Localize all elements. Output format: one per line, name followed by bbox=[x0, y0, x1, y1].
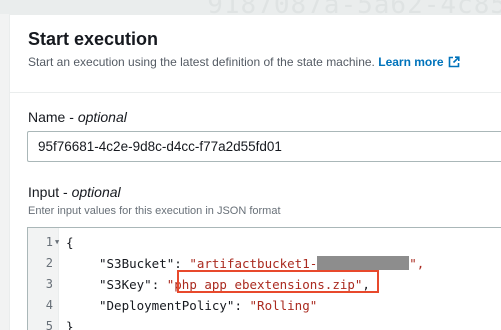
input-hint: Enter input values for this execution in… bbox=[28, 205, 281, 217]
panel-header: Start execution Start an execution using… bbox=[10, 15, 501, 93]
input-optional: optional bbox=[71, 184, 121, 200]
line-number: 4 bbox=[45, 298, 53, 312]
background-strip: 9187087a-5a62-4c85 bbox=[0, 0, 501, 14]
name-input[interactable]: 95f76681-4c2e-9d8c-d4cc-f77a2d55fd01 bbox=[27, 131, 501, 162]
line-number: 3 bbox=[45, 277, 53, 291]
editor-line: 2 "S3Bucket": "artifactbucket1- ", bbox=[28, 253, 501, 274]
editor-line: 5 } bbox=[28, 316, 501, 330]
name-label: Name - optional bbox=[28, 109, 127, 125]
description-text: Start an execution using the latest defi… bbox=[28, 55, 375, 69]
learn-more-label: Learn more bbox=[378, 55, 444, 69]
code-brace-open: { bbox=[66, 235, 74, 250]
redacted-block bbox=[317, 256, 410, 270]
line-number: 2 bbox=[45, 256, 53, 270]
line-number: 5 bbox=[45, 319, 53, 330]
code-brace-close: } bbox=[66, 319, 74, 330]
code-text: "S3Key": "php_app_ebextensions.zip", bbox=[99, 277, 370, 292]
editor-line: 3 "S3Key": "php_app_ebextensions.zip", bbox=[28, 274, 501, 295]
json-key: "S3Key" bbox=[99, 277, 152, 292]
json-key: "S3Bucket" bbox=[99, 256, 175, 271]
name-label-text: Name bbox=[28, 109, 66, 125]
code-text: "DeploymentPolicy": "Rolling" bbox=[99, 298, 318, 313]
json-suffix: ", bbox=[409, 256, 425, 271]
page-title: Start execution bbox=[28, 29, 159, 49]
editor-line: 1 ▼ { bbox=[28, 232, 501, 253]
fold-arrow-icon[interactable]: ▼ bbox=[55, 232, 59, 253]
external-link-icon bbox=[448, 56, 460, 68]
start-execution-panel: Start execution Start an execution using… bbox=[9, 14, 501, 330]
background-text: 9187087a-5a62-4c85 bbox=[207, 0, 501, 14]
json-editor[interactable]: 1 ▼ { 2 "S3Bucket": "artifactbucket1- ", … bbox=[27, 227, 501, 330]
json-key: "DeploymentPolicy" bbox=[99, 298, 235, 313]
code-text: "S3Bucket": "artifactbucket1- ", bbox=[99, 256, 425, 271]
json-value: "php_app_ebextensions.zip" bbox=[166, 277, 363, 292]
json-value: "artifactbucket1- bbox=[189, 256, 318, 271]
json-value: "Rolling" bbox=[249, 298, 318, 313]
page-description: Start an execution using the latest defi… bbox=[28, 55, 460, 69]
json-suffix: , bbox=[362, 277, 370, 292]
line-number: 1 bbox=[45, 235, 53, 249]
input-label-text: Input bbox=[28, 184, 60, 200]
name-optional: optional bbox=[77, 109, 127, 125]
input-label: Input - optional bbox=[28, 184, 121, 200]
editor-line: 4 "DeploymentPolicy": "Rolling" bbox=[28, 295, 501, 316]
learn-more-link[interactable]: Learn more bbox=[378, 55, 460, 69]
